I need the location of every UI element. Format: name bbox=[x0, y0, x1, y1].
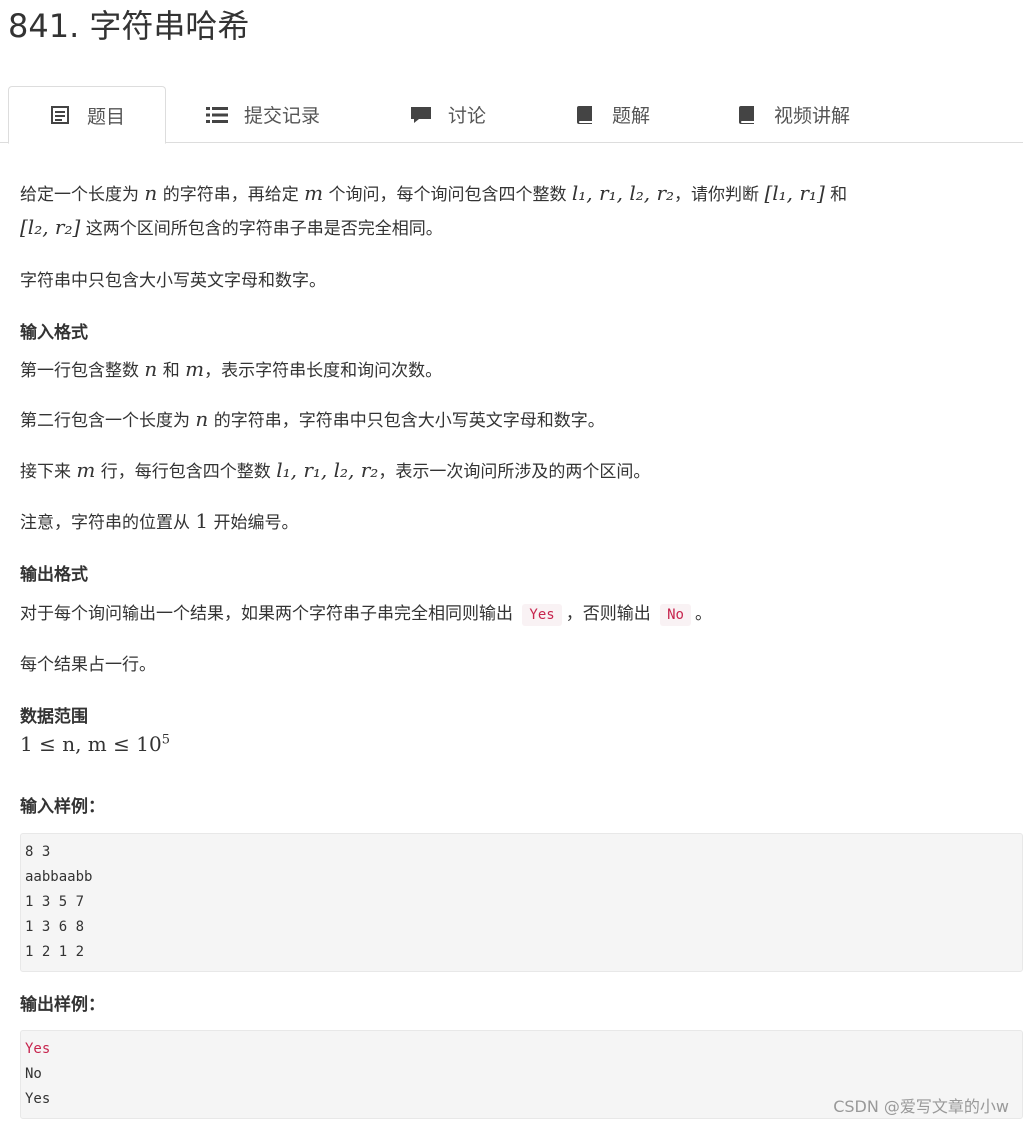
text: 接下来 bbox=[20, 462, 71, 482]
code-line: 1 3 5 7 bbox=[25, 894, 85, 910]
tab-video[interactable]: 视频讲解 bbox=[736, 86, 850, 143]
math-var: m bbox=[76, 458, 96, 482]
data-range-expression: 1 ≤ n, m ≤ 105 bbox=[20, 732, 170, 756]
code-yes: Yes bbox=[522, 604, 562, 626]
tab-label: 讨论 bbox=[448, 105, 487, 127]
math-expr: 1 ≤ n, m ≤ 10 bbox=[20, 732, 162, 756]
data-range-heading: 数据范围 bbox=[20, 707, 88, 727]
text: ，请你判断 bbox=[674, 185, 760, 205]
code-line: 8 3 bbox=[25, 844, 51, 860]
text: ，否则输出 bbox=[565, 604, 651, 624]
text: 开始编号。 bbox=[213, 513, 299, 533]
text: 的字符串，字符串中只包含大小写英文字母和数字。 bbox=[213, 411, 605, 431]
output-format-line-1: 对于每个询问输出一个结果，如果两个字符串子串完全相同则输出 Yes ，否则输出 N… bbox=[20, 599, 712, 626]
list-icon bbox=[49, 104, 71, 126]
tab-submissions[interactable]: 提交记录 bbox=[206, 86, 320, 143]
book-icon bbox=[574, 104, 596, 126]
text: ，表示一次询问所涉及的两个区间。 bbox=[378, 462, 651, 482]
text: 第一行包含整数 bbox=[20, 361, 139, 381]
math-var: m bbox=[304, 181, 324, 205]
tab-problem[interactable]: 题目 bbox=[8, 86, 166, 144]
text: 的字符串，再给定 bbox=[162, 185, 299, 205]
tab-discussion[interactable]: 讨论 bbox=[410, 86, 486, 143]
math-var: n bbox=[144, 357, 158, 381]
book-icon bbox=[736, 104, 758, 126]
output-format-line-2: 每个结果占一行。 bbox=[20, 655, 156, 675]
input-format-line-3: 接下来 m 行，每行包含四个整数 l₁, r₁, l₂, r₂，表示一次询问所涉… bbox=[20, 457, 650, 482]
text: 第二行包含一个长度为 bbox=[20, 411, 190, 431]
math-var: m bbox=[185, 357, 205, 381]
code-line: 1 2 1 2 bbox=[25, 944, 85, 960]
output-format-heading: 输出格式 bbox=[20, 565, 88, 585]
description-line-2: [l₂, r₂] 这两个区间所包含的字符串子串是否完全相同。 bbox=[20, 214, 443, 239]
text: 。 bbox=[694, 604, 712, 624]
text: ，表示字符串长度和询问次数。 bbox=[204, 361, 443, 381]
tab-bar: 题目 提交记录 讨论 题解 视频讲解 bbox=[0, 86, 1023, 144]
text: 和 bbox=[162, 361, 180, 381]
sample-output-heading: 输出样例： bbox=[20, 995, 105, 1015]
comment-icon bbox=[410, 104, 432, 126]
page-title: 841. 字符串哈希 bbox=[8, 7, 250, 45]
code-line: No bbox=[25, 1066, 42, 1082]
math-exponent: 5 bbox=[161, 732, 170, 748]
input-format-line-1: 第一行包含整数 n 和 m，表示字符串长度和询问次数。 bbox=[20, 356, 442, 381]
text: 行，每行包含四个整数 bbox=[100, 462, 271, 482]
tab-solutions[interactable]: 题解 bbox=[574, 86, 650, 143]
math-var: l₁, r₁, l₂, r₂ bbox=[276, 458, 379, 482]
tab-label: 提交记录 bbox=[244, 105, 321, 127]
sample-input-heading: 输入样例： bbox=[20, 797, 105, 817]
description-line-1: 给定一个长度为 n 的字符串，再给定 m 个询问，每个询问包含四个整数 l₁, … bbox=[20, 180, 847, 205]
input-format-line-4: 注意，字符串的位置从 1 开始编号。 bbox=[20, 508, 299, 533]
text: 给定一个长度为 bbox=[20, 185, 139, 205]
text: 个询问，每个询问包含四个整数 bbox=[328, 185, 567, 205]
sample-input-block: 8 3 aabbaabb 1 3 5 7 1 3 6 8 1 2 1 2 bbox=[20, 833, 1023, 972]
menu-list-icon bbox=[206, 104, 228, 126]
tab-label: 题解 bbox=[612, 105, 651, 127]
text: 对于每个询问输出一个结果，如果两个字符串子串完全相同则输出 bbox=[20, 604, 513, 624]
code-line: Yes bbox=[25, 1041, 51, 1057]
code-no: No bbox=[660, 604, 691, 626]
math-var: [l₁, r₁] bbox=[764, 181, 825, 205]
input-format-heading: 输入格式 bbox=[20, 323, 88, 343]
text: 和 bbox=[830, 185, 848, 205]
tab-label: 题目 bbox=[87, 105, 126, 128]
description-charset: 字符串中只包含大小写英文字母和数字。 bbox=[20, 271, 326, 291]
tab-label: 视频讲解 bbox=[774, 105, 851, 127]
input-format-line-2: 第二行包含一个长度为 n 的字符串，字符串中只包含大小写英文字母和数字。 bbox=[20, 406, 605, 431]
math-var: n bbox=[195, 407, 209, 431]
text: 注意，字符串的位置从 bbox=[20, 513, 190, 533]
code-line: aabbaabb bbox=[25, 869, 93, 885]
text: 这两个区间所包含的字符串子串是否完全相同。 bbox=[85, 219, 443, 239]
watermark: CSDN @爱写文章的小w bbox=[833, 1097, 1009, 1116]
math-var: [l₂, r₂] bbox=[20, 215, 81, 239]
math-var: n bbox=[144, 181, 158, 205]
math-var: l₁, r₁, l₂, r₂ bbox=[571, 181, 675, 205]
code-line: 1 3 6 8 bbox=[25, 919, 85, 935]
math-number: 1 bbox=[195, 509, 209, 533]
